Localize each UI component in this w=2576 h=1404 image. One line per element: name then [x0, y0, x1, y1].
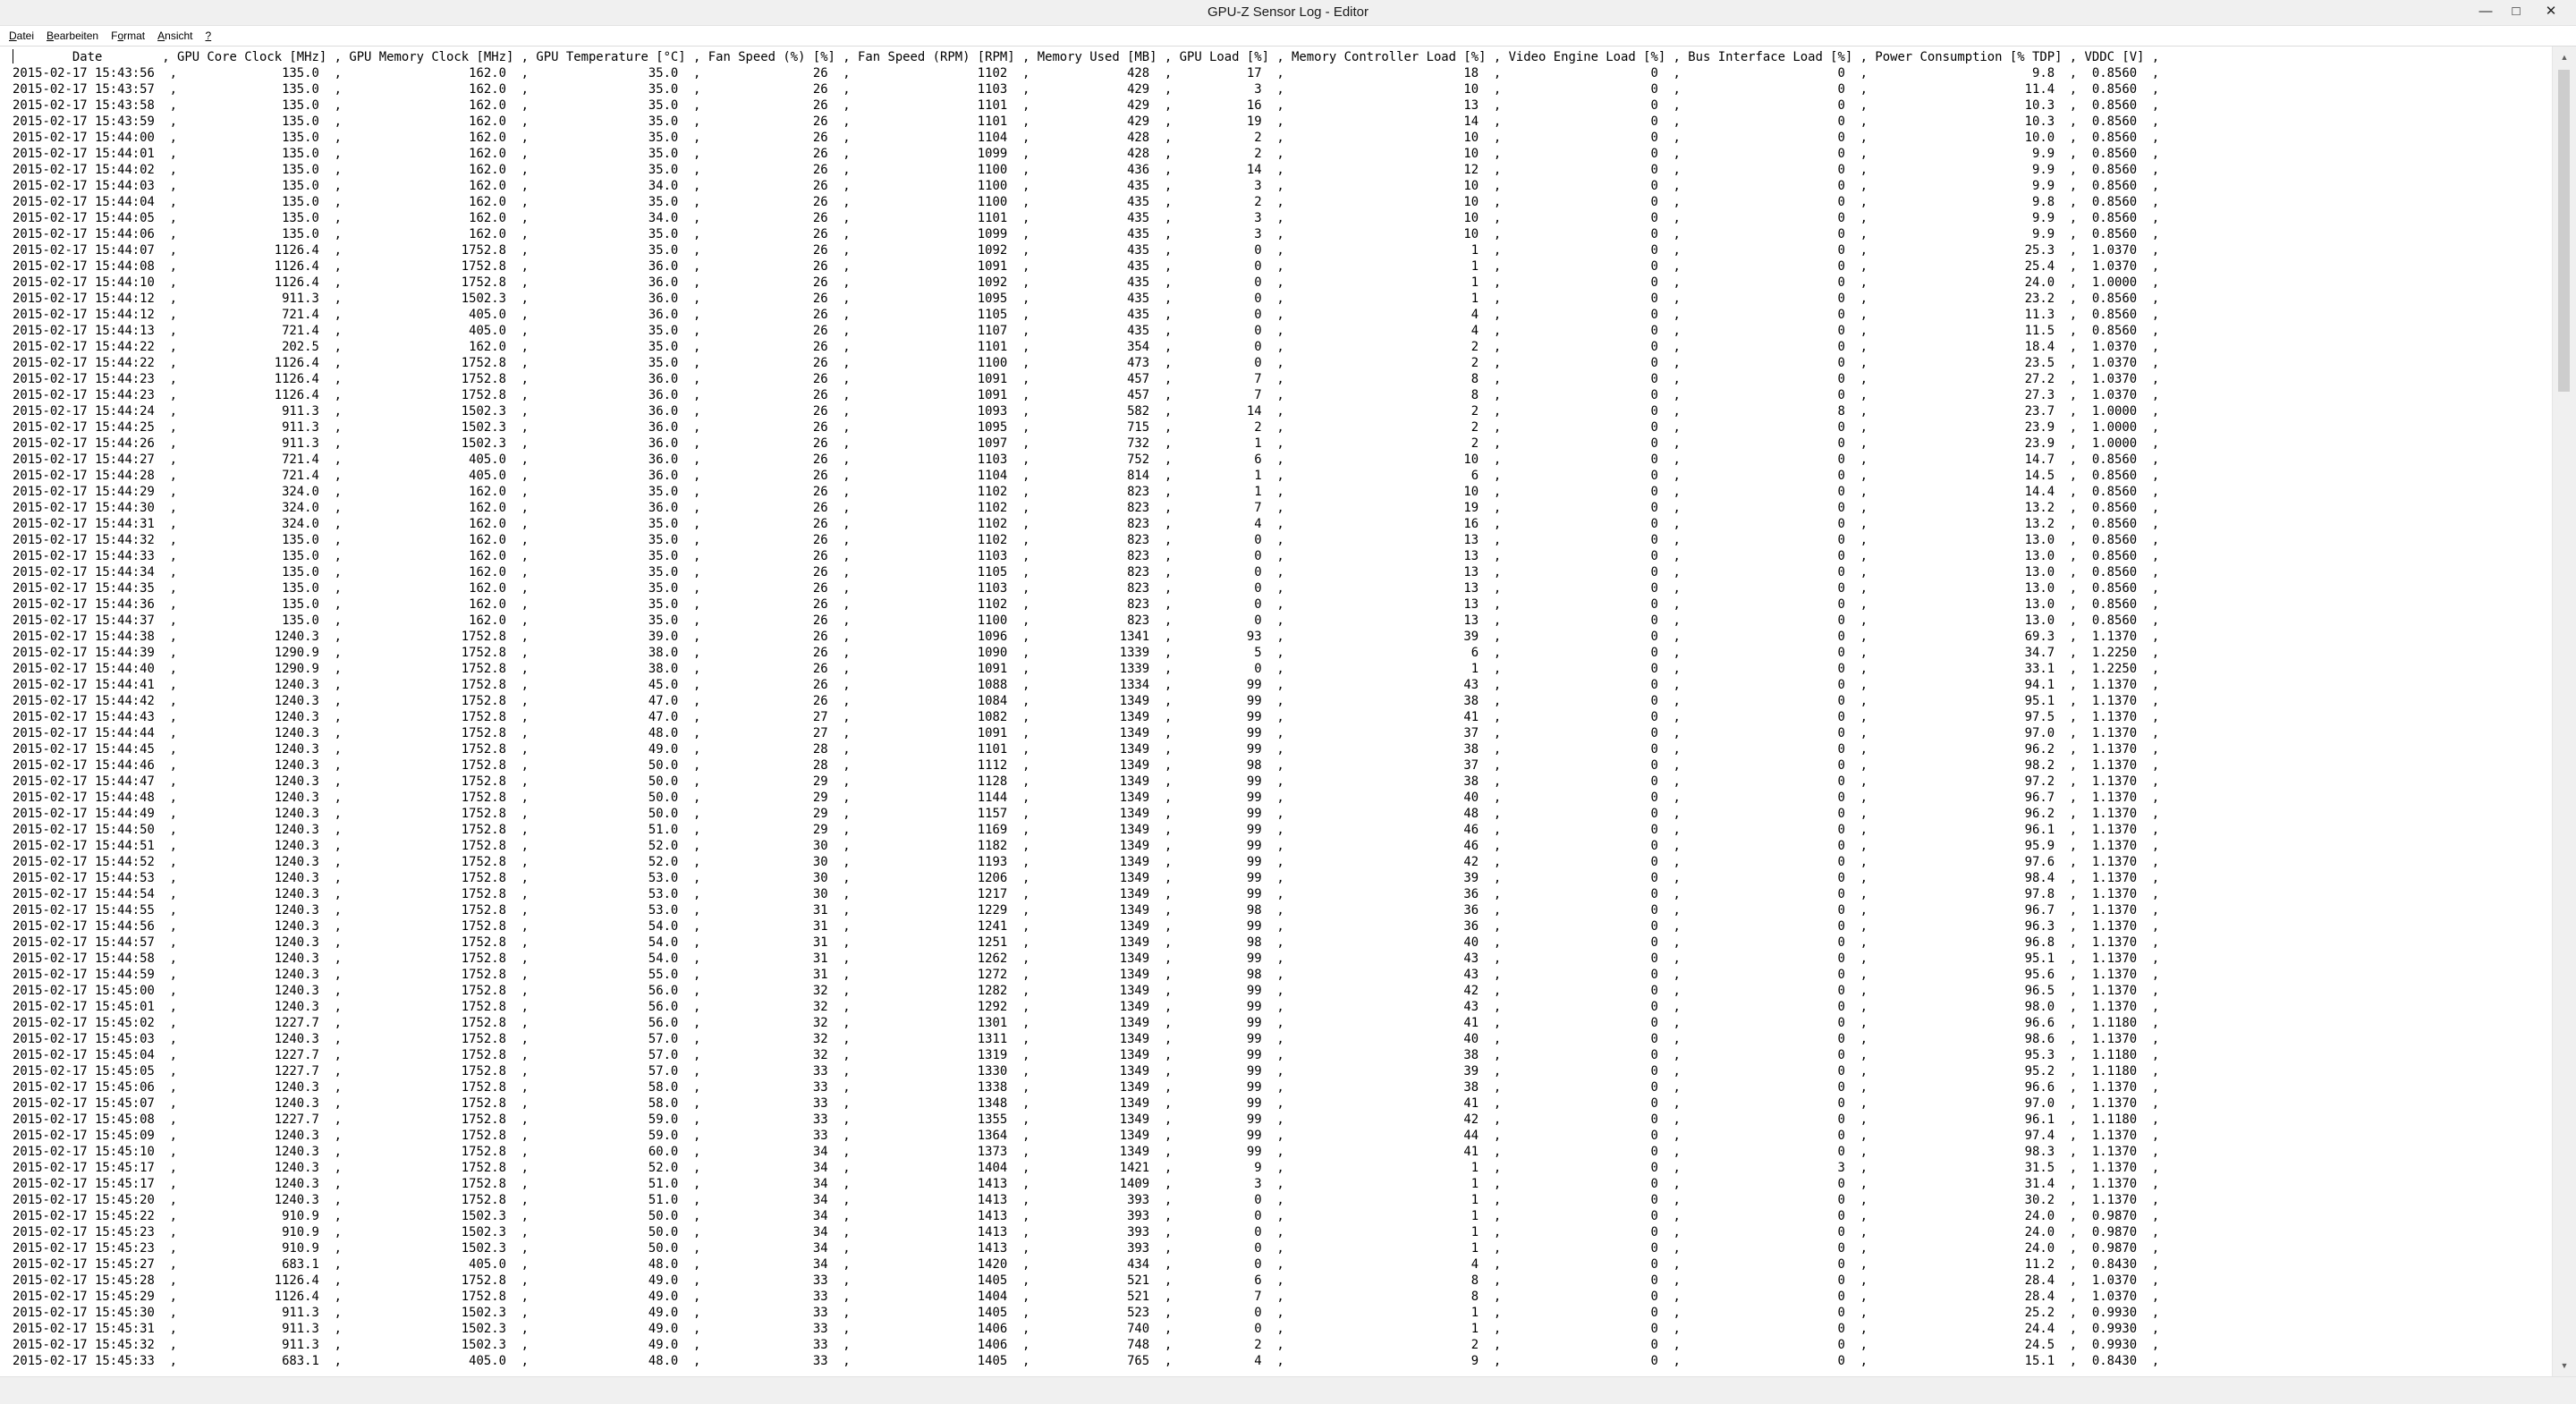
maximize-button[interactable]: □ [2501, 0, 2531, 21]
window-bottom-edge [0, 1376, 2576, 1404]
scrollbar-thumb[interactable] [2558, 70, 2570, 392]
menu-bearbeiten[interactable]: Bearbeiten [40, 26, 105, 46]
menu-help[interactable]: ? [199, 26, 218, 46]
window-controls: — □ ✕ [2470, 0, 2571, 25]
title-bar[interactable]: GPU-Z Sensor Log - Editor — □ ✕ [0, 0, 2576, 26]
vertical-scrollbar[interactable]: ▲ ▼ [2552, 47, 2576, 1376]
scroll-down-icon[interactable]: ▼ [2553, 1355, 2576, 1376]
minimize-button[interactable]: — [2470, 0, 2501, 21]
menu-bar: Datei Bearbeiten Format Ansicht ? [0, 26, 2576, 47]
text-editor-area[interactable]: Date , GPU Core Clock [MHz] , GPU Memory… [0, 47, 2551, 1376]
window-title: GPU-Z Sensor Log - Editor [1207, 4, 1369, 20]
menu-datei[interactable]: Datei [0, 26, 40, 46]
log-text[interactable]: Date , GPU Core Clock [MHz] , GPU Memory… [0, 47, 2551, 1369]
scroll-up-icon[interactable]: ▲ [2553, 47, 2576, 68]
menu-format[interactable]: Format [105, 26, 151, 46]
close-button[interactable]: ✕ [2531, 0, 2571, 21]
menu-ansicht[interactable]: Ansicht [151, 26, 199, 46]
